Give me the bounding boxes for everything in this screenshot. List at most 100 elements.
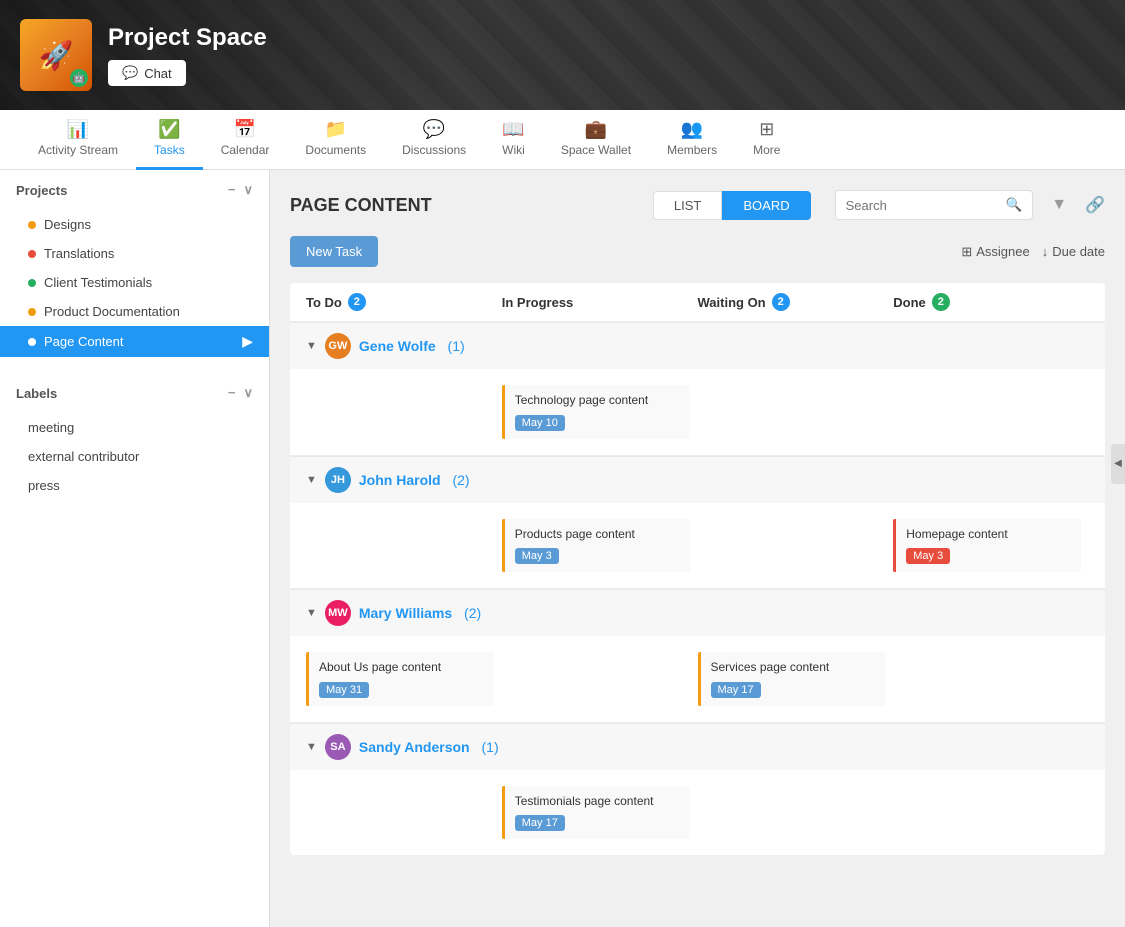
nav-wallet[interactable]: 💼 Space Wallet [543,110,649,170]
mary-williams-task-1[interactable]: About Us page content May 31 [306,652,494,706]
sidebar-label-external-contributor[interactable]: external contributor [0,442,269,471]
nav-discussions[interactable]: 💬 Discussions [384,110,484,170]
board-view-button[interactable]: BOARD [722,191,810,220]
sidebar-label-press[interactable]: press [0,471,269,500]
assignee-mary-williams[interactable]: ▼ MW Mary Williams (2) [290,589,1105,636]
nav-more[interactable]: ⊞ More [735,110,798,170]
logo-badge: 🤖 [70,69,88,87]
new-task-button[interactable]: New Task [290,236,378,267]
more-icon: ⊞ [759,119,774,140]
waiting-badge: 2 [772,293,790,311]
todo-badge: 2 [348,293,366,311]
search-input[interactable] [836,192,996,219]
gene-wolfe-tasks: Technology page content May 10 [290,369,1105,456]
sandy-anderson-task-1[interactable]: Testimonials page content May 17 [502,786,690,840]
sidebar-item-translations[interactable]: Translations [0,239,269,268]
content-area: PAGE CONTENT LIST BOARD 🔍 ▼ 🔗 New Task ⊞… [270,170,1125,927]
john-harold-task-1[interactable]: Products page content May 3 [502,519,690,573]
mary-williams-name: Mary Williams [359,605,452,621]
gene-wolfe-task-1[interactable]: Technology page content May 10 [502,385,690,439]
gene-wolfe-waiting-empty [698,381,894,443]
sidebar-item-product-documentation[interactable]: Product Documentation [0,297,269,326]
wallet-icon: 💼 [585,119,607,140]
sidebar-label-meeting[interactable]: meeting [0,413,269,442]
sandy-anderson-tasks: Testimonials page content May 17 [290,770,1105,856]
sandy-anderson-done-empty [893,782,1089,844]
mary-williams-chevron: ▼ [306,607,317,619]
col-in-progress: In Progress [502,293,698,311]
nav-calendar[interactable]: 📅 Calendar [203,110,288,170]
page-header: PAGE CONTENT LIST BOARD 🔍 ▼ 🔗 [290,190,1105,220]
main-layout: Projects − ∨ Designs Translations Client… [0,170,1125,927]
labels-chevron-icon[interactable]: ∨ [243,385,253,401]
product-documentation-dot [28,308,36,316]
gene-wolfe-done-empty [893,381,1089,443]
john-harold-name: John Harold [359,472,441,488]
mary-williams-count: (2) [460,605,481,621]
tasks-icon: ✅ [158,119,180,140]
translations-dot [28,250,36,258]
assignee-sort[interactable]: ⊞ Assignee [961,244,1029,260]
john-harold-task-2-title: Homepage content [906,527,1071,543]
gene-wolfe-count: (1) [444,338,465,354]
sandy-anderson-task-1-title: Testimonials page content [515,794,680,810]
assignee-grid-icon: ⊞ [961,244,972,260]
mary-williams-task-1-title: About Us page content [319,660,484,676]
sidebar-item-designs[interactable]: Designs [0,210,269,239]
sidebar-item-client-testimonials[interactable]: Client Testimonials [0,268,269,297]
search-button[interactable]: 🔍 [996,191,1033,219]
gene-wolfe-task-1-date: May 10 [515,415,565,431]
documents-icon: 📁 [325,119,347,140]
client-testimonials-dot [28,279,36,287]
list-view-button[interactable]: LIST [653,191,722,220]
col-waiting-on: Waiting On 2 [698,293,894,311]
chat-button[interactable]: 💬 Chat [108,60,186,86]
mary-williams-task-2[interactable]: Services page content May 17 [698,652,886,706]
nav-activity-stream[interactable]: 📊 Activity Stream [20,110,136,170]
mary-williams-task-2-date: May 17 [711,682,761,698]
nav-members[interactable]: 👥 Members [649,110,735,170]
toolbar: New Task ⊞ Assignee ↓ Due date [290,236,1105,267]
nav-tasks[interactable]: ✅ Tasks [136,110,203,170]
header: 🚀 🤖 Project Space 💬 Chat [0,0,1125,110]
members-icon: 👥 [681,119,703,140]
assignee-john-harold[interactable]: ▼ JH John Harold (2) [290,456,1105,503]
john-harold-task-1-title: Products page content [515,527,680,543]
nav-documents[interactable]: 📁 Documents [287,110,384,170]
calendar-icon: 📅 [234,119,256,140]
projects-chevron-icon[interactable]: ∨ [243,182,253,198]
nav-wiki[interactable]: 📖 Wiki [484,110,543,170]
nav-bar: 📊 Activity Stream ✅ Tasks 📅 Calendar 📁 D… [0,110,1125,170]
projects-section-header: Projects − ∨ [0,170,269,210]
john-harold-chevron: ▼ [306,474,317,486]
view-toggles: LIST BOARD [653,191,811,220]
john-harold-task-2[interactable]: Homepage content May 3 [893,519,1081,573]
link-icon[interactable]: 🔗 [1085,195,1105,215]
due-date-sort[interactable]: ↓ Due date [1042,244,1105,259]
col-done: Done 2 [893,293,1089,311]
discussions-icon: 💬 [423,119,445,140]
mary-williams-avatar: MW [325,600,351,626]
sidebar-collapse-handle[interactable]: ◀ [1111,444,1125,484]
mary-williams-in-progress-empty [502,648,698,710]
filter-icon[interactable]: ▼ [1051,196,1067,214]
assignee-sandy-anderson[interactable]: ▼ SA Sandy Anderson (1) [290,723,1105,770]
gene-wolfe-chevron: ▼ [306,340,317,352]
mary-williams-done-empty [893,648,1089,710]
activity-stream-icon: 📊 [67,119,89,140]
board-container: To Do 2 In Progress Waiting On 2 Done 2 … [290,283,1105,855]
col-todo: To Do 2 [306,293,502,311]
sidebar-item-page-content[interactable]: Page Content ▶ [0,326,269,357]
sandy-anderson-avatar: SA [325,734,351,760]
labels-minus-icon[interactable]: − [228,385,236,401]
john-harold-tasks: Products page content May 3 Homepage con… [290,503,1105,590]
assignee-gene-wolfe[interactable]: ▼ GW Gene Wolfe (1) [290,322,1105,369]
done-badge: 2 [932,293,950,311]
mary-williams-task-1-date: May 31 [319,682,369,698]
john-harold-waiting-empty [698,515,894,577]
projects-minus-icon[interactable]: − [228,182,236,198]
gene-wolfe-todo-empty [306,381,502,443]
sandy-anderson-waiting-empty [698,782,894,844]
john-harold-task-2-date: May 3 [906,548,950,564]
sandy-anderson-count: (1) [478,739,499,755]
